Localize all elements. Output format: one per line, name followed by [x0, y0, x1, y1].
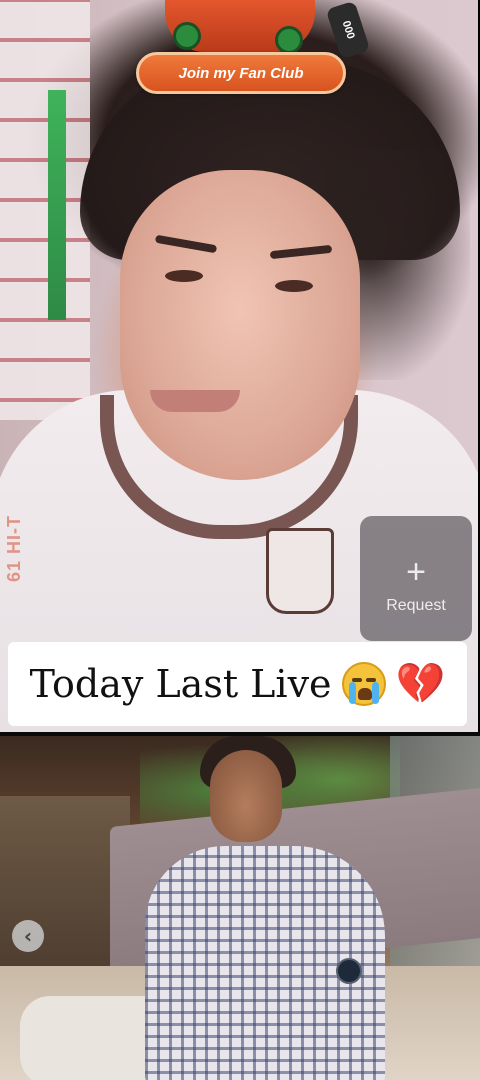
sticker-wheel: [275, 26, 303, 54]
plus-icon: +: [406, 552, 426, 591]
caption-box: Today Last Live 💔: [8, 642, 467, 726]
gift-sticker-car-icon: [165, 0, 315, 54]
request-label: Request: [386, 596, 446, 614]
request-button[interactable]: + Request: [360, 516, 472, 641]
streamer-face: [120, 170, 360, 480]
live-video-frame: 61 HI-T 000 Join my Fan Club + Request T…: [0, 0, 478, 732]
wristwatch: [336, 958, 362, 984]
caption-text: Today Last Live: [29, 662, 332, 706]
battery-sticker-icon: 000: [325, 0, 371, 60]
right-eye: [275, 280, 313, 292]
sticker-wheel: [173, 22, 201, 50]
person-face: [210, 750, 282, 842]
streamer-mouth: [150, 390, 240, 412]
join-fan-club-button[interactable]: Join my Fan Club: [136, 52, 346, 94]
left-eyebrow: [154, 234, 218, 254]
battery-text: 000: [339, 19, 357, 41]
right-eyebrow: [269, 244, 333, 260]
carousel-prev-button[interactable]: ‹: [12, 920, 44, 952]
shirt-print-text: 61 HI-T: [4, 515, 24, 583]
join-fan-club-label: Join my Fan Club: [178, 64, 304, 82]
curtain-background: [0, 0, 90, 420]
left-eye: [165, 270, 203, 282]
carousel-photo: ‹: [0, 736, 480, 1080]
chevron-left-icon: ‹: [23, 924, 33, 948]
shirt-badge-logo: [266, 528, 334, 614]
loudly-crying-face-icon: [341, 662, 386, 706]
curtain-stripe: [48, 90, 66, 320]
broken-heart-icon: 💔: [395, 661, 446, 707]
